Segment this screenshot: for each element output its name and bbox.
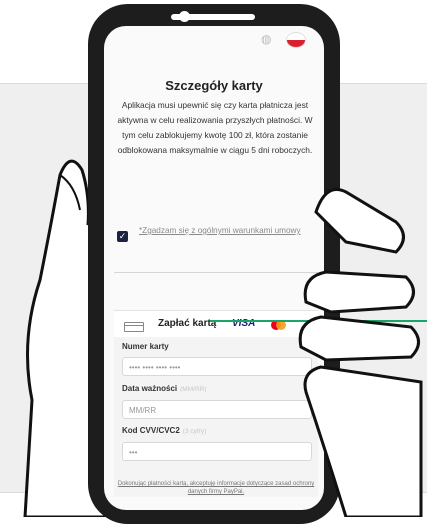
description-text: Aplikacja musi upewnić się czy karta pła… bbox=[117, 100, 313, 155]
credit-card-icon bbox=[124, 322, 144, 332]
consent-checkbox[interactable]: ✓ bbox=[117, 231, 128, 242]
globe-icon[interactable]: ◍ bbox=[261, 32, 271, 46]
polish-flag-icon[interactable] bbox=[286, 32, 306, 48]
expiry-input[interactable]: MM/RR bbox=[122, 400, 312, 419]
card-number-input[interactable]: •••• •••• •••• •••• bbox=[122, 357, 312, 376]
mastercard-logo-icon bbox=[271, 320, 286, 330]
phone-camera bbox=[179, 11, 190, 22]
expiry-hint: (MM/RR) bbox=[180, 386, 207, 393]
card-number-label: Numer karty bbox=[122, 342, 169, 351]
cvv-input[interactable]: ••• bbox=[122, 442, 312, 461]
cvv-hint: (3 cyfry) bbox=[182, 428, 207, 435]
page-title: Szczegóły karty bbox=[165, 78, 263, 93]
expiry-label: Data ważności (MM/RR) bbox=[122, 384, 207, 393]
right-hand-illustration bbox=[298, 188, 423, 517]
pay-by-card-label: Zapłać kartą bbox=[158, 318, 217, 329]
cvv-label: Kod CVV/CVC2 (3 cyfry) bbox=[122, 426, 207, 435]
